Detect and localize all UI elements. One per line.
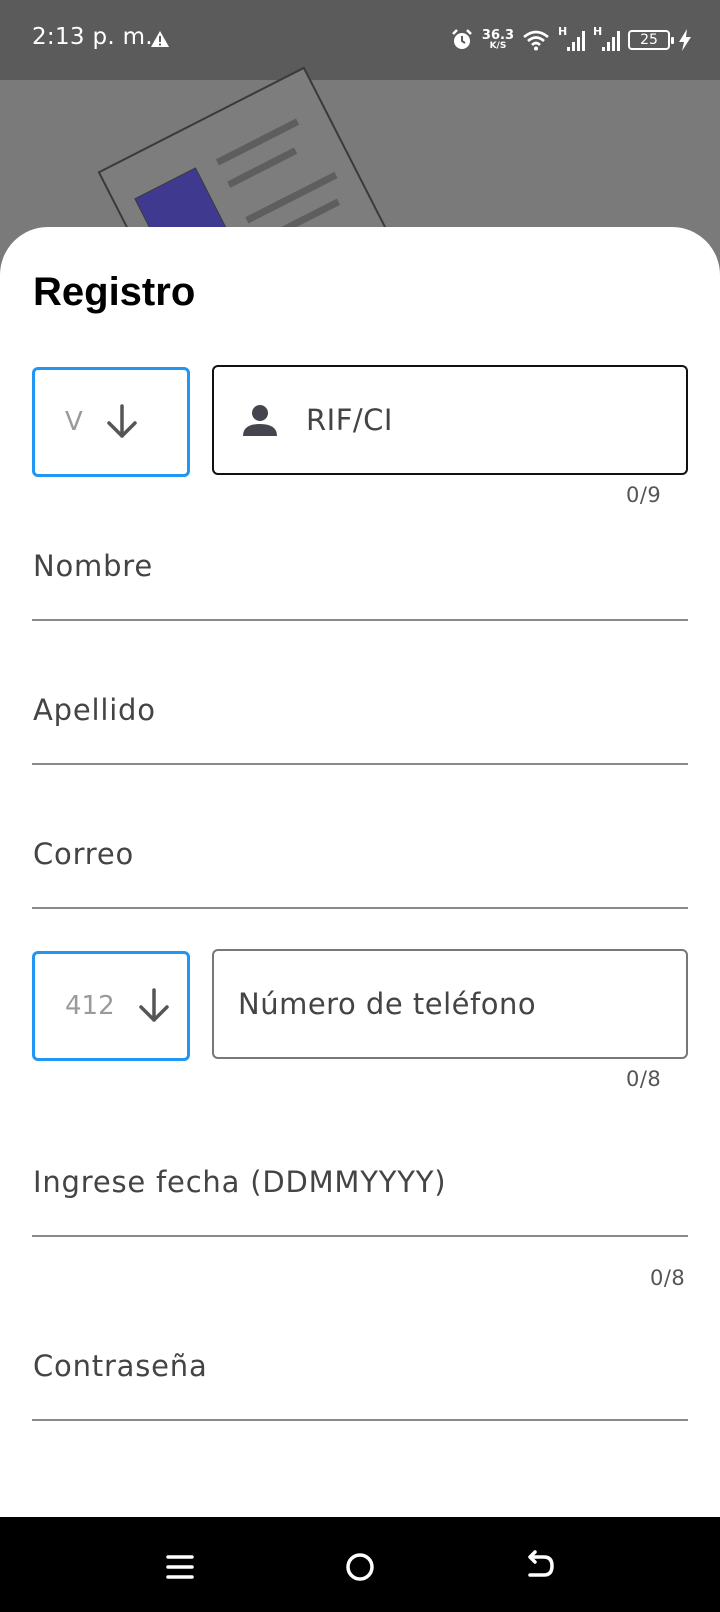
phone-prefix-dropdown[interactable]: 412 xyxy=(32,951,190,1061)
phone-placeholder: Número de teléfono xyxy=(238,987,537,1021)
warning-icon xyxy=(151,31,169,47)
arrow-down-icon xyxy=(138,988,169,1022)
person-icon xyxy=(243,405,277,436)
phone-prefix-value: 412 xyxy=(65,991,115,1021)
signal-type: H xyxy=(593,25,603,38)
arrow-down-icon xyxy=(107,404,137,438)
screen: 2:13 p. m. 36.3 K/S H H 25 Registro V RI… xyxy=(0,0,720,1612)
nombre-placeholder: Nombre xyxy=(33,549,154,583)
signal-icon: H xyxy=(558,25,585,51)
wifi-icon xyxy=(523,30,549,51)
signal-icon: H xyxy=(593,25,620,51)
fecha-counter: 0/8 xyxy=(650,1266,686,1290)
network-speed: 36.3 K/S xyxy=(482,29,514,51)
menu-icon[interactable] xyxy=(160,1547,200,1587)
battery-icon: 25 xyxy=(628,30,674,50)
status-time: 2:13 p. m. xyxy=(32,24,153,50)
page-title: Registro xyxy=(33,270,196,314)
nombre-input[interactable]: Nombre xyxy=(32,541,688,621)
fecha-placeholder: Ingrese fecha (DDMMYYYY) xyxy=(33,1165,447,1199)
battery-level: 25 xyxy=(640,32,658,48)
back-icon[interactable] xyxy=(520,1547,560,1587)
phone-counter: 0/8 xyxy=(626,1067,662,1091)
rif-ci-counter: 0/9 xyxy=(626,483,662,507)
alarm-icon xyxy=(452,29,472,49)
charging-icon xyxy=(679,29,691,51)
fecha-input[interactable]: Ingrese fecha (DDMMYYYY) xyxy=(32,1157,688,1237)
phone-input[interactable]: Número de teléfono xyxy=(212,949,688,1059)
navigation-bar xyxy=(0,1517,720,1612)
id-type-value: V xyxy=(65,407,83,437)
status-icons: 36.3 K/S H H 25 xyxy=(450,22,692,58)
network-speed-unit: K/S xyxy=(489,41,507,51)
correo-placeholder: Correo xyxy=(33,837,135,871)
rif-ci-input[interactable]: RIF/CI xyxy=(212,365,688,475)
password-input[interactable]: Contraseña xyxy=(32,1341,688,1421)
id-type-dropdown[interactable]: V xyxy=(32,367,190,477)
registration-sheet: Registro V RIF/CI 0/9 Nombre Apellido Co… xyxy=(0,227,720,1517)
apellido-placeholder: Apellido xyxy=(33,693,156,727)
signal-type: H xyxy=(558,25,568,38)
password-placeholder: Contraseña xyxy=(33,1349,208,1383)
home-icon[interactable] xyxy=(340,1547,380,1587)
apellido-input[interactable]: Apellido xyxy=(32,685,688,765)
correo-input[interactable]: Correo xyxy=(32,829,688,909)
rif-ci-placeholder: RIF/CI xyxy=(306,403,393,437)
